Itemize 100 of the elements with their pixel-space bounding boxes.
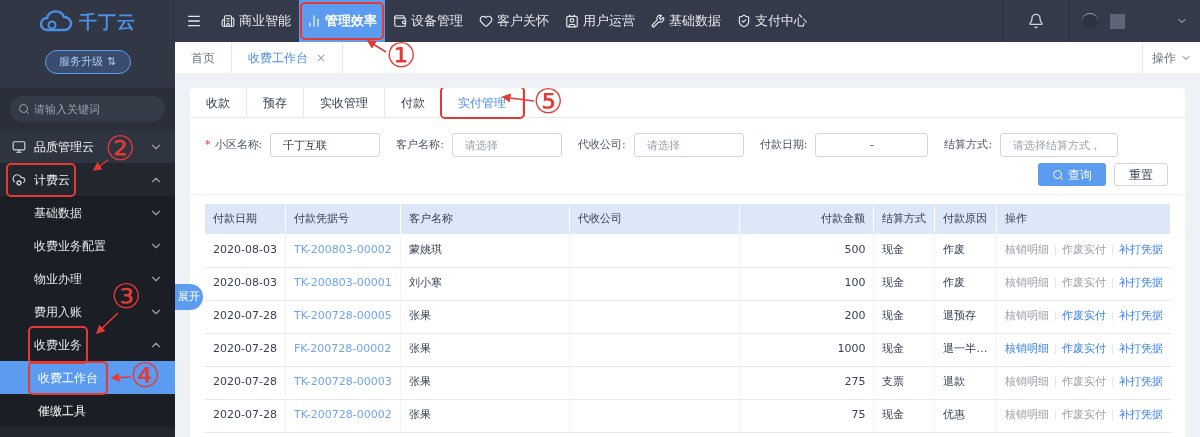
table-cell: 作废: [934, 267, 996, 300]
column-header: 付款日期: [205, 204, 286, 234]
date-range-field[interactable]: -: [815, 133, 929, 157]
operations-menu[interactable]: 操作: [1142, 42, 1200, 73]
field-label: 客户名称:: [396, 136, 444, 153]
expand-handle[interactable]: 展开: [175, 284, 203, 310]
voucher-link[interactable]: TK-200728-00005: [293, 309, 392, 323]
table-cell: 2020-07-28: [205, 366, 286, 399]
close-icon[interactable]: ×: [316, 48, 327, 67]
cloud-logo-icon: [39, 10, 74, 32]
reset-button[interactable]: 重置: [1114, 163, 1168, 186]
table-cell: 500: [739, 234, 874, 267]
arrow: [92, 159, 109, 171]
table-cell: 刘小寒: [400, 267, 570, 300]
building-icon: [221, 14, 235, 28]
table-cell: 优惠: [934, 399, 996, 432]
cloud-icon: [12, 172, 26, 187]
action-link[interactable]: 补打凭据: [1118, 243, 1163, 256]
upgrade-button[interactable]: 服务升级 ⇅: [44, 50, 131, 74]
nav-tab[interactable]: 设备管理: [388, 4, 468, 38]
table-cell: 2020-08-03: [205, 267, 286, 300]
shield-icon: [737, 14, 751, 28]
table-cell: 现金: [873, 333, 935, 366]
table-cell: 退款: [934, 366, 996, 399]
search-field[interactable]: 请输入关键词: [10, 96, 165, 123]
action-link[interactable]: 核销明细: [1004, 342, 1049, 356]
table-cell: 支票: [873, 366, 935, 399]
arrow: [95, 312, 119, 335]
table-cell: 2020-08-03: [205, 234, 286, 267]
nav-tab[interactable]: 客户关怀: [474, 4, 554, 38]
sidebar-group[interactable]: 品质管理云: [8, 131, 98, 162]
nav-tab[interactable]: 用户运营: [560, 4, 640, 38]
table-cell: 张果: [400, 399, 570, 432]
action-link[interactable]: 补打凭据: [1118, 408, 1163, 422]
table-cell: 退一半…: [934, 333, 996, 366]
voucher-link[interactable]: TK-200728-00002: [293, 408, 392, 422]
input-field[interactable]: 请选择: [451, 133, 562, 157]
tab[interactable]: 实收管理: [304, 88, 385, 117]
column-header: 操作: [996, 204, 1171, 234]
step-number: ⑤: [533, 84, 564, 118]
monitor-icon: [12, 139, 26, 154]
voucher-link[interactable]: TK-200803-00001: [293, 276, 392, 290]
arrow: [110, 373, 132, 383]
heart-icon: [479, 14, 493, 28]
action-link[interactable]: 作废实付: [1061, 342, 1106, 356]
sidebar-item[interactable]: 物业办理: [30, 261, 86, 296]
nav-tab[interactable]: 基础数据: [646, 4, 726, 38]
page-tab[interactable]: 收费工作台 ×: [232, 42, 344, 73]
voucher-link[interactable]: FK-200728-00002: [293, 342, 392, 356]
bar-chart-icon: [307, 14, 321, 28]
input-field[interactable]: 千丁互联: [270, 133, 381, 157]
action-link[interactable]: 作废实付: [1061, 309, 1106, 323]
table-cell: 张果: [400, 366, 570, 399]
step-number: ①: [386, 38, 417, 72]
sidebar-item[interactable]: 催缴工具: [0, 394, 175, 427]
field-label: 代收公司:: [577, 136, 626, 153]
tab[interactable]: 预存: [247, 88, 304, 117]
page-tab[interactable]: 首页: [175, 42, 232, 73]
tab[interactable]: 实付管理: [442, 88, 523, 117]
action-link[interactable]: 补打凭据: [1118, 309, 1163, 323]
action-link[interactable]: 补打凭据: [1118, 276, 1163, 290]
arrow: [366, 40, 387, 53]
menu-icon[interactable]: [186, 13, 202, 29]
sidebar-item[interactable]: 收费业务: [30, 327, 86, 362]
tab[interactable]: 付款: [385, 88, 442, 117]
table-cell: 现金: [873, 234, 935, 267]
sidebar-item[interactable]: 费用入账: [30, 294, 86, 329]
sidebar-item[interactable]: 基础数据: [30, 195, 86, 230]
nav-tab[interactable]: 支付中心: [732, 4, 812, 38]
tab[interactable]: 收款: [190, 88, 247, 117]
voucher-link[interactable]: TK-200728-00003: [293, 375, 392, 389]
input-field[interactable]: 请选择: [633, 133, 744, 157]
step-number: ②: [105, 131, 136, 165]
search-icon: [1052, 168, 1064, 181]
field-label: 小区名称:: [214, 136, 263, 153]
table-cell: 75: [739, 399, 874, 432]
search-button[interactable]: 查询: [1038, 163, 1106, 186]
table-cell: 1000: [739, 333, 874, 366]
sidebar-item[interactable]: 收费业务配置: [30, 228, 110, 263]
table-cell: 2020-07-28: [205, 399, 286, 432]
column-header: 客户名称: [400, 204, 570, 234]
loading-icon: [1082, 13, 1098, 29]
table-cell: 作废: [934, 234, 996, 267]
table-cell: 2020-07-28: [205, 300, 286, 333]
step-number: ③: [111, 279, 142, 313]
input-field[interactable]: 请选择结算方式，: [1000, 133, 1119, 157]
table-cell: 2020-07-28: [205, 333, 286, 366]
voucher-link[interactable]: TK-200803-00002: [293, 243, 392, 256]
logo-text: 千丁云: [79, 9, 136, 34]
action-link[interactable]: 补打凭据: [1118, 375, 1163, 389]
nav-tab[interactable]: 商业智能: [216, 4, 296, 38]
table-cell: 张果: [400, 300, 570, 333]
table-cell: 现金: [873, 267, 935, 300]
column-header: 付款凭据号: [285, 204, 401, 234]
required-mark: *: [205, 136, 211, 153]
column-header: 付款原因: [934, 204, 996, 234]
field-label: 结算方式:: [944, 136, 993, 153]
notification-icon[interactable]: [1028, 13, 1044, 29]
action-link[interactable]: 补打凭据: [1118, 342, 1163, 356]
table-cell: 100: [739, 267, 874, 300]
